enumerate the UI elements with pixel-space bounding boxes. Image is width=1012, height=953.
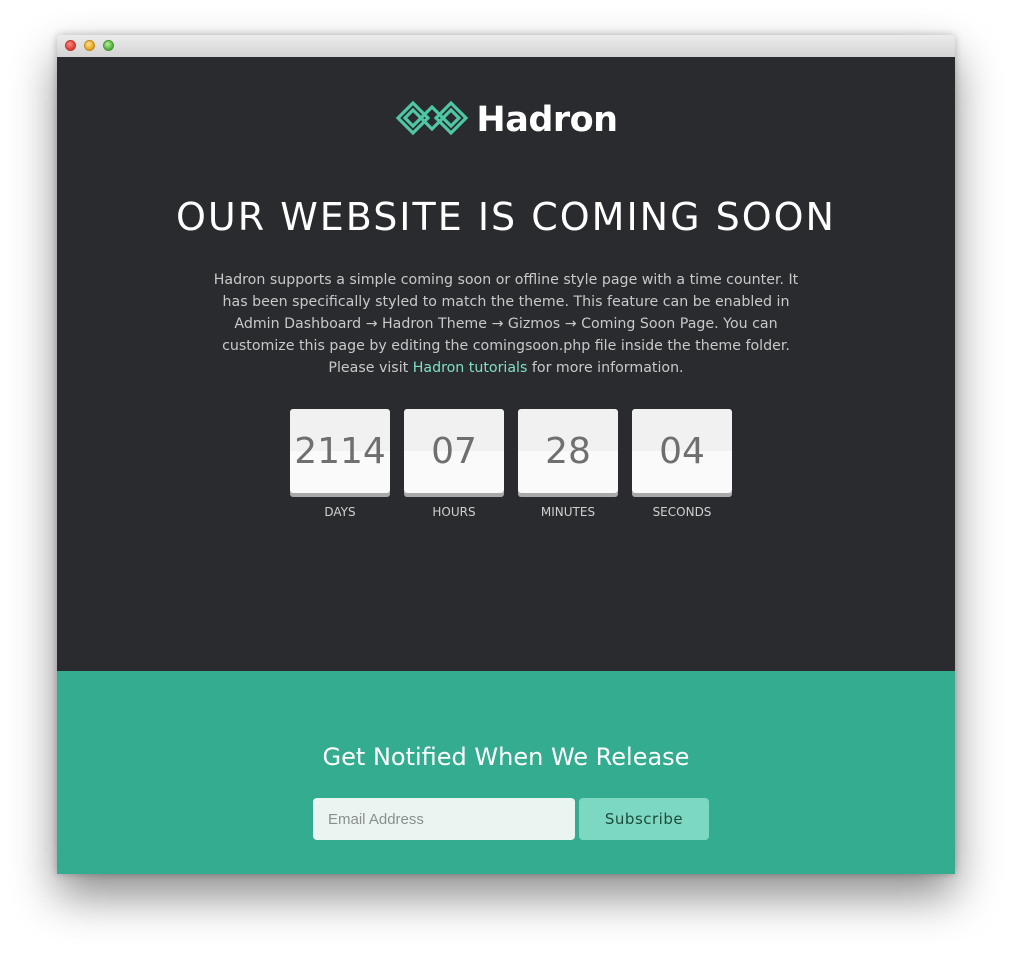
countdown-timer: 2114 DAYS 07 HOURS 28 MINUTES 04 SECONDS	[290, 409, 732, 519]
countdown-days: 2114 DAYS	[290, 409, 390, 519]
logo[interactable]: Hadron	[57, 95, 955, 145]
notify-title: Get Notified When We Release	[322, 743, 690, 771]
countdown-minutes: 28 MINUTES	[518, 409, 618, 519]
countdown-hours: 07 HOURS	[404, 409, 504, 519]
countdown-minutes-value: 28	[518, 409, 618, 493]
close-window-button[interactable]	[65, 40, 76, 51]
countdown-days-label: DAYS	[324, 505, 356, 519]
countdown-seconds: 04 SECONDS	[632, 409, 732, 519]
countdown-seconds-value: 04	[632, 409, 732, 493]
hero-section: Hadron OUR WEBSITE IS COMING SOON Hadron…	[57, 57, 955, 671]
tutorials-link[interactable]: Hadron tutorials	[413, 360, 528, 376]
hero-description: Hadron supports a simple coming soon or …	[207, 269, 805, 379]
countdown-hours-value: 07	[404, 409, 504, 493]
countdown-days-value: 2114	[290, 409, 390, 493]
notify-section: Get Notified When We Release Subscribe	[57, 671, 955, 874]
countdown-hours-label: HOURS	[432, 505, 476, 519]
countdown-minutes-label: MINUTES	[540, 505, 596, 519]
page-title: OUR WEBSITE IS COMING SOON	[176, 195, 836, 239]
brand-name: Hadron	[476, 100, 618, 140]
browser-window: Hadron OUR WEBSITE IS COMING SOON Hadron…	[57, 35, 955, 874]
window-titlebar	[57, 35, 955, 58]
maximize-window-button[interactable]	[103, 40, 114, 51]
subscribe-button[interactable]: Subscribe	[579, 798, 709, 840]
description-text-end: for more information.	[527, 360, 684, 376]
minimize-window-button[interactable]	[84, 40, 95, 51]
email-field[interactable]	[313, 798, 575, 840]
infinity-diamond-logo-icon	[394, 95, 470, 145]
countdown-seconds-label: SECONDS	[652, 505, 712, 519]
